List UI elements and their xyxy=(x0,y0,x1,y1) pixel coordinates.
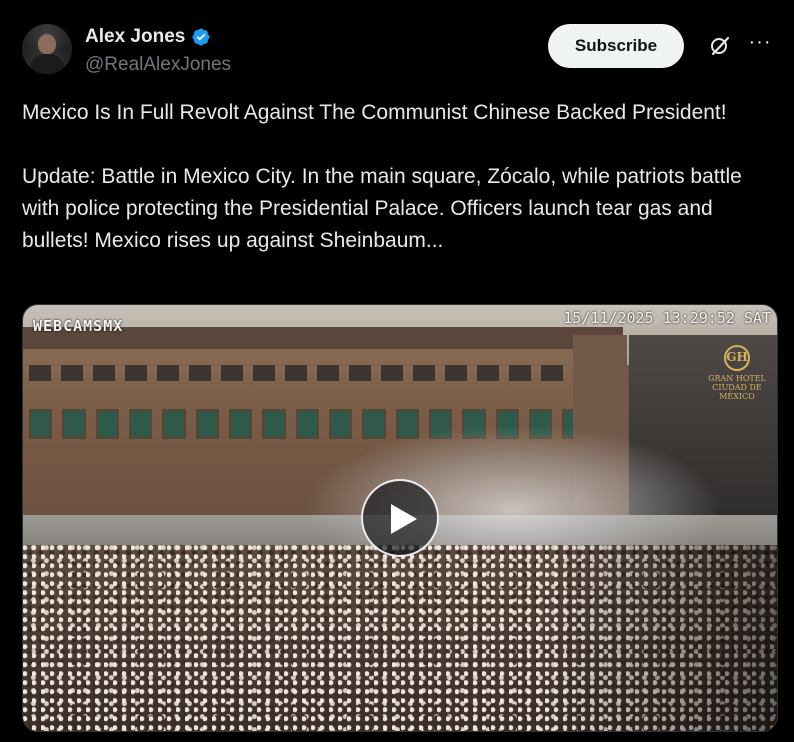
author-handle[interactable]: @RealAlexJones xyxy=(85,54,231,76)
hotel-logo-line-1: GRAN HOTEL xyxy=(708,374,766,383)
avatar[interactable] xyxy=(22,24,72,74)
hotel-logo: GH GRAN HOTEL CIUDAD DE MÉXICO xyxy=(701,345,773,401)
video-watermark: WEBCAMSMX xyxy=(33,317,124,335)
avatar-head xyxy=(38,34,56,54)
post-text: Mexico Is In Full Revolt Against The Com… xyxy=(22,97,782,257)
verified-badge-icon xyxy=(192,28,210,46)
video-timestamp: 15/11/2025 13:29:52 SAT xyxy=(563,309,771,327)
post-paragraph-1: Mexico Is In Full Revolt Against The Com… xyxy=(22,101,727,124)
video-player[interactable]: WEBCAMSMX 15/11/2025 13:29:52 SAT GH GRA… xyxy=(22,304,778,732)
avatar-body xyxy=(30,54,64,74)
hotel-logo-emblem: GH xyxy=(724,345,750,371)
hotel-logo-line-2: CIUDAD DE MÉXICO xyxy=(712,383,762,401)
more-icon[interactable]: ··· xyxy=(748,32,772,56)
video-tear-gas-smoke xyxy=(303,425,723,565)
video-upper-windows xyxy=(29,365,619,383)
post-header: Alex Jones @RealAlexJones Subscribe ··· xyxy=(22,22,772,82)
grok-icon[interactable] xyxy=(708,34,732,58)
author-name-row: Alex Jones xyxy=(85,26,211,48)
post-paragraph-2: Update: Battle in Mexico City. In the ma… xyxy=(22,165,742,252)
play-icon xyxy=(391,504,417,534)
author-name[interactable]: Alex Jones xyxy=(85,26,185,48)
video-crowd-shadow xyxy=(543,545,777,731)
play-button[interactable] xyxy=(361,479,439,557)
subscribe-button[interactable]: Subscribe xyxy=(548,24,684,68)
